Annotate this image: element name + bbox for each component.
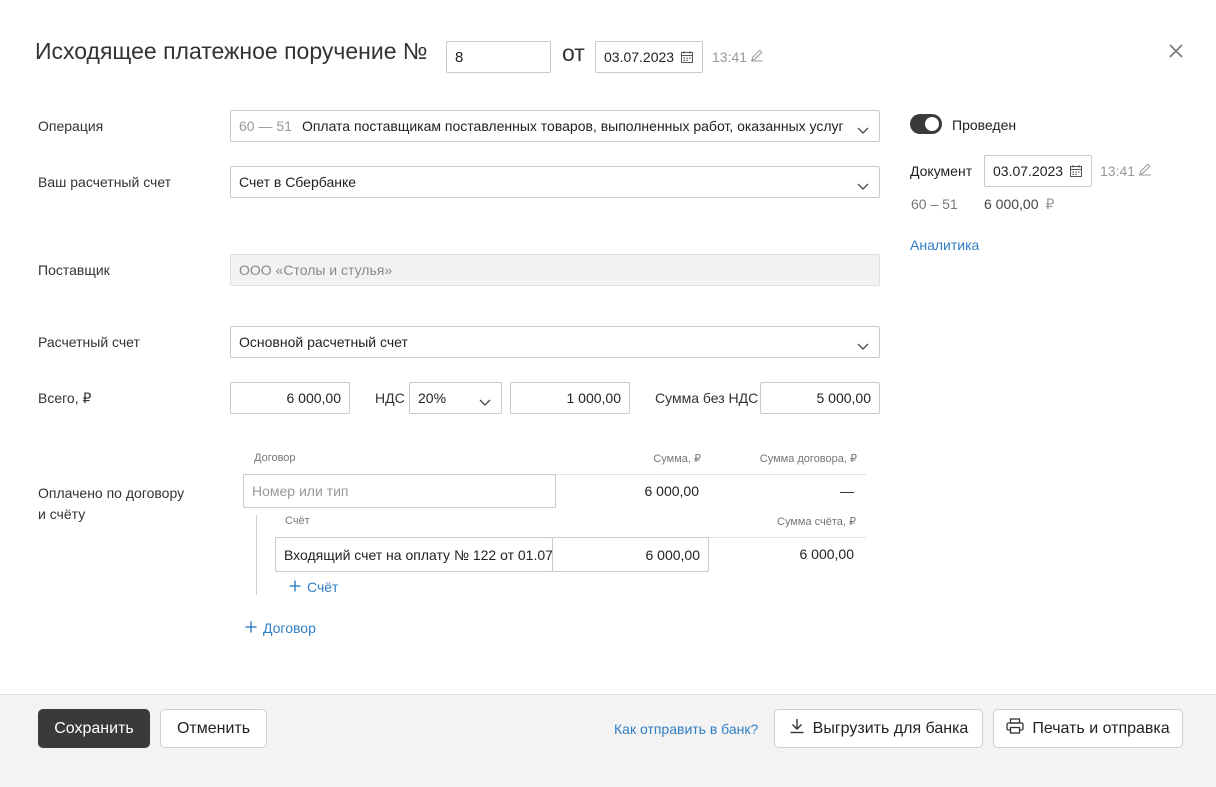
invoice-tree-line (256, 515, 257, 595)
document-label: Документ (910, 163, 973, 179)
calendar-icon[interactable] (680, 50, 694, 64)
entry-amount-value: 6 000,00 (984, 196, 1039, 212)
operation-label: Операция (38, 118, 104, 134)
date-separator-label: от (562, 40, 585, 66)
column-contract-sum: Сумма договора, ₽ (759, 453, 857, 465)
pencil-icon[interactable] (1138, 162, 1152, 179)
pencil-icon[interactable] (750, 48, 764, 65)
entry-code: 60 – 51 (911, 196, 958, 212)
posting-date-input[interactable]: 03.07.2023 (984, 155, 1092, 187)
invoice-input[interactable]: Входящий счет на оплату № 122 от 01.07. (275, 537, 553, 572)
close-icon[interactable] (1167, 42, 1185, 60)
add-contract-link[interactable]: Договор (245, 620, 316, 636)
supplier-label: Поставщик (38, 262, 110, 278)
operation-value: Оплата поставщикам поставленных товаров,… (301, 118, 844, 134)
total-input[interactable]: 6 000,00 (230, 382, 350, 414)
no-vat-value: 5 000,00 (816, 390, 872, 406)
contract-total-value: — (840, 483, 854, 499)
export-button[interactable]: Выгрузить для банка (774, 709, 983, 748)
settlement-account-label: Расчетный счет (38, 334, 140, 350)
vat-amount-value: 1 000,00 (566, 390, 622, 406)
print-label: Печать и отправка (1032, 719, 1170, 737)
document-date-input[interactable]: 03.07.2023 (595, 41, 703, 73)
contract-sum-value: 6 000,00 (644, 483, 700, 499)
chevron-down-icon (857, 338, 869, 354)
invoice-sum-input[interactable]: 6 000,00 (552, 537, 709, 572)
vat-rate-value: 20% (418, 390, 447, 406)
contract-placeholder: Номер или тип (252, 483, 349, 499)
column-invoice: Счёт (285, 515, 310, 527)
vat-rate-select[interactable]: 20% (409, 382, 502, 414)
plus-icon (289, 579, 301, 595)
operation-select[interactable]: 60 — 51 Оплата поставщикам поставленных … (230, 110, 880, 142)
posting-time[interactable]: 13:41 (1100, 162, 1152, 179)
printer-icon (1006, 718, 1024, 739)
your-account-value: Счет в Сбербанке (239, 174, 357, 190)
entry-currency: ₽ (1045, 196, 1055, 212)
invoice-sum-value: 6 000,00 (645, 546, 701, 563)
chevron-down-icon (857, 178, 869, 194)
document-date-value: 03.07.2023 (604, 49, 675, 65)
document-time-value: 13:41 (712, 48, 748, 65)
plus-icon (245, 620, 257, 636)
page-title: Исходящее платежное поручение № (35, 38, 428, 64)
vat-label: НДС (375, 390, 405, 406)
column-invoice-sum: Сумма счёта, ₽ (777, 516, 856, 528)
analytics-link[interactable]: Аналитика (910, 237, 979, 253)
export-label: Выгрузить для банка (812, 719, 969, 737)
posting-time-value: 13:41 (1100, 162, 1136, 179)
total-value: 6 000,00 (286, 390, 342, 406)
column-contract: Договор (254, 452, 296, 464)
settlement-account-select[interactable]: Основной расчетный счет (230, 326, 880, 358)
your-account-select[interactable]: Счет в Сбербанке (230, 166, 880, 198)
column-sum: Сумма, ₽ (653, 453, 701, 465)
how-to-send-link[interactable]: Как отправить в банк? (614, 721, 758, 737)
payments-label: Оплачено по договору и счёту (38, 483, 184, 525)
settlement-account-value: Основной расчетный счет (239, 334, 408, 350)
cancel-button[interactable]: Отменить (160, 709, 267, 748)
contract-input[interactable]: Номер или тип (243, 474, 556, 508)
your-account-label: Ваш расчетный счет (38, 174, 172, 190)
posted-toggle[interactable] (910, 114, 942, 134)
operation-code: 60 — 51 (239, 118, 292, 134)
save-button[interactable]: Сохранить (38, 709, 150, 748)
download-icon (789, 718, 805, 739)
vat-amount-input[interactable]: 1 000,00 (510, 382, 630, 414)
invoice-total-value: 6 000,00 (799, 546, 855, 562)
document-time[interactable]: 13:41 (712, 48, 764, 65)
chevron-down-icon (857, 122, 869, 138)
total-label: Всего, ₽ (38, 390, 92, 406)
document-number-value: 8 (455, 48, 464, 66)
document-number-input[interactable]: 8 (446, 41, 551, 73)
add-invoice-label: Счёт (307, 579, 339, 595)
supplier-field: ООО «Столы и стулья» (230, 254, 880, 286)
no-vat-label: Сумма без НДС (655, 390, 759, 406)
chevron-down-icon (479, 394, 491, 410)
posting-date-value: 03.07.2023 (993, 163, 1064, 179)
add-invoice-link[interactable]: Счёт (289, 579, 338, 595)
print-button[interactable]: Печать и отправка (993, 709, 1183, 748)
supplier-value: ООО «Столы и стулья» (239, 262, 393, 278)
entry-amount: 6 000,00 ₽ (984, 196, 1054, 213)
payments-label-line1: Оплачено по договору (38, 485, 185, 501)
calendar-icon[interactable] (1069, 164, 1083, 178)
payments-label-line2: и счёту (38, 506, 86, 522)
posted-label: Проведен (952, 117, 1017, 133)
invoice-value: Входящий счет на оплату № 122 от 01.07. (284, 546, 553, 563)
no-vat-input[interactable]: 5 000,00 (760, 382, 880, 414)
add-contract-label: Договор (263, 620, 316, 636)
